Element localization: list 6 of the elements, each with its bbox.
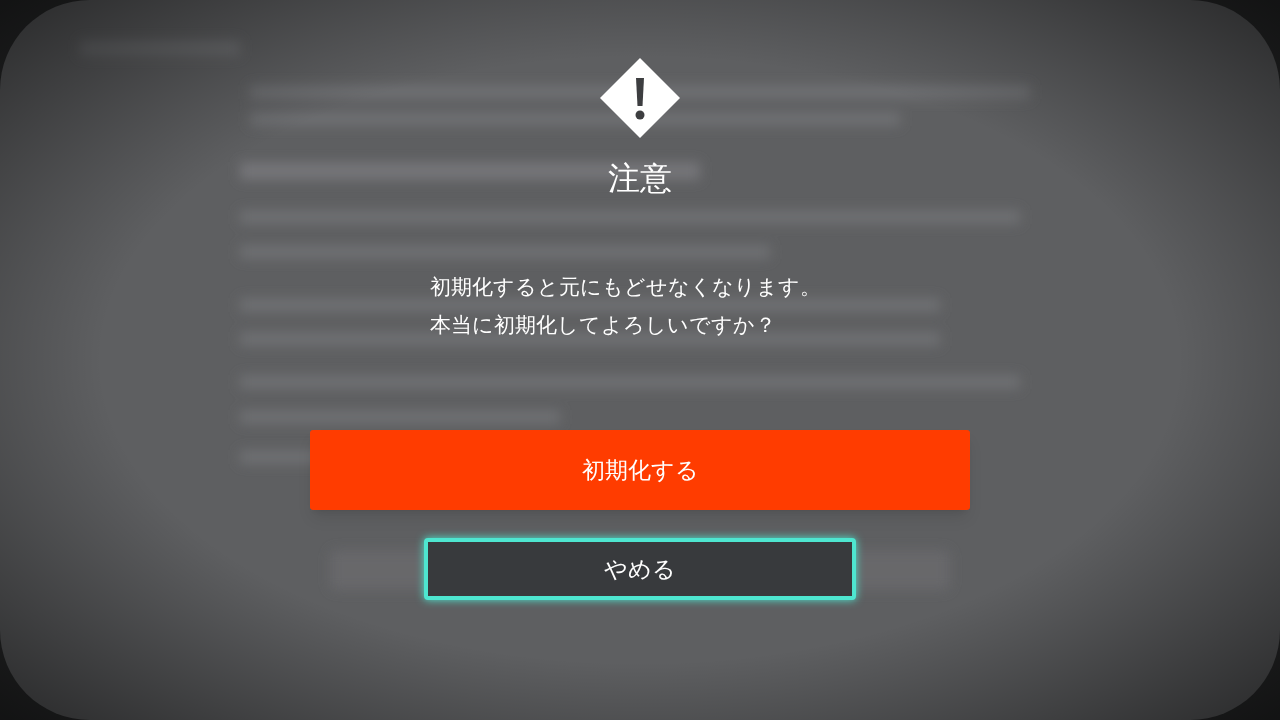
cancel-button[interactable]: やめる bbox=[424, 538, 856, 600]
dialog-title: 注意 bbox=[608, 158, 672, 198]
warning-icon bbox=[600, 58, 680, 138]
message-line: 本当に初期化してよろしいですか？ bbox=[430, 312, 777, 339]
reset-button[interactable]: 初期化する bbox=[310, 430, 970, 510]
message-line: 初期化すると元にもどせなくなります。 bbox=[430, 274, 822, 301]
